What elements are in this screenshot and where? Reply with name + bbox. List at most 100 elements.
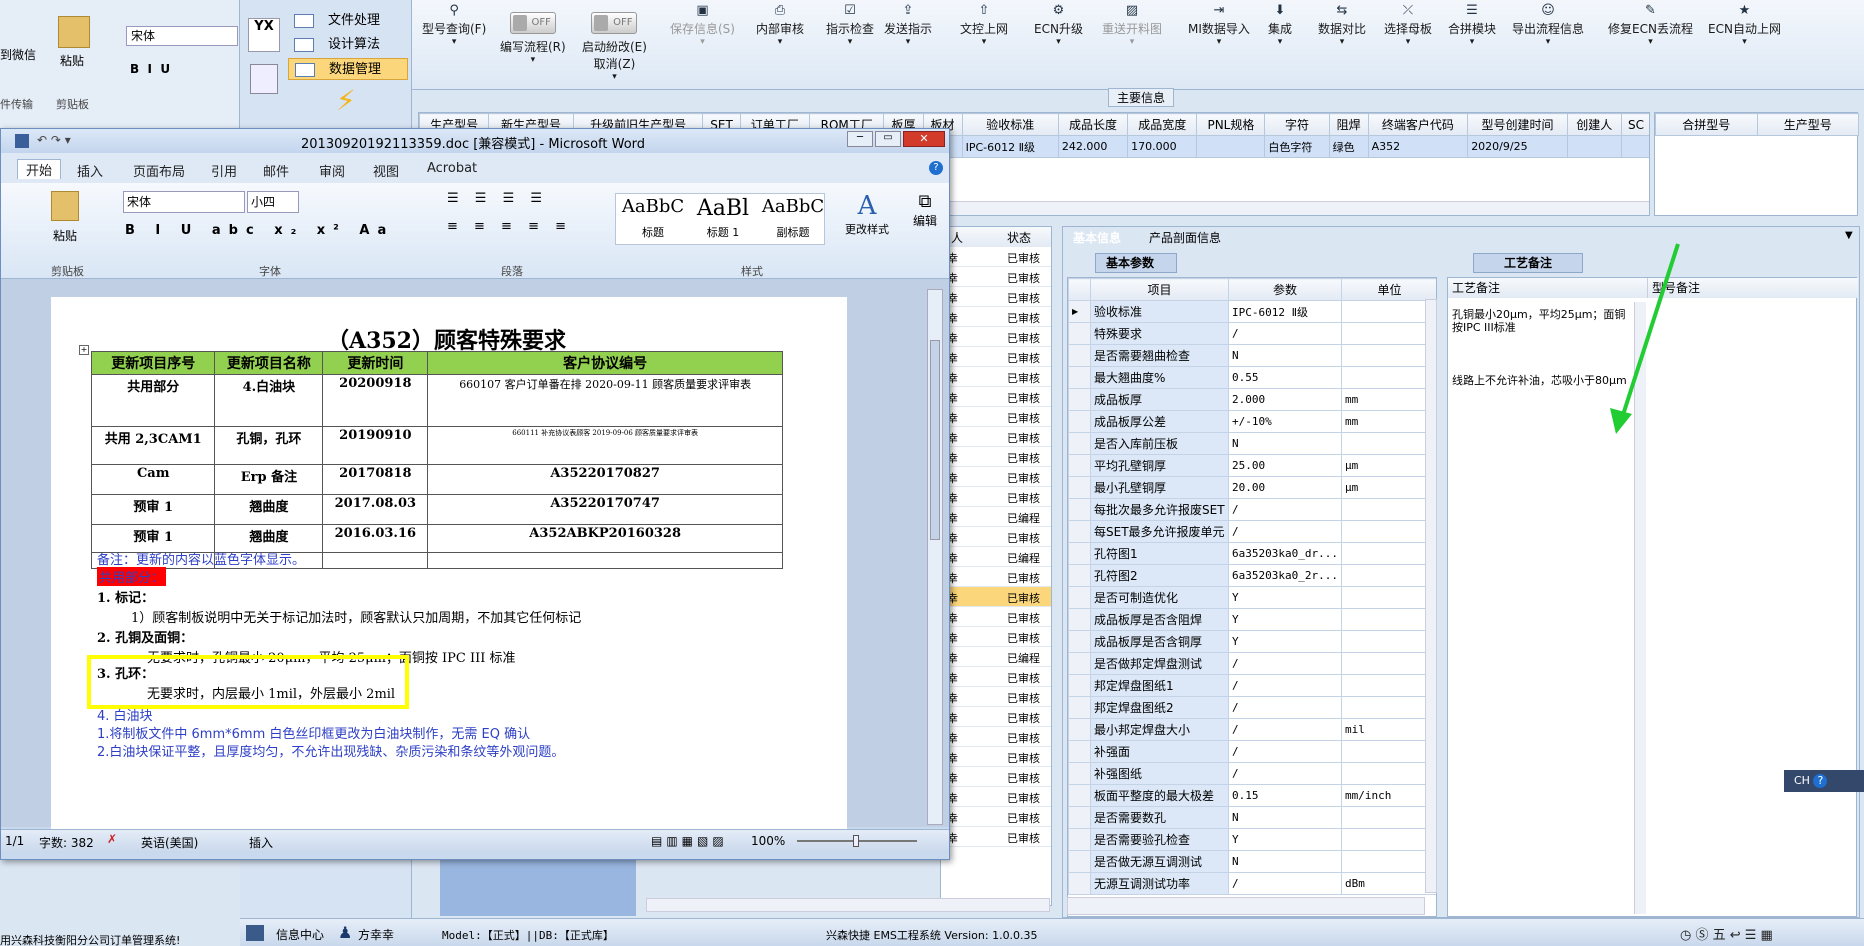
list-item[interactable]: 幸已审核 [941,467,1051,487]
grid-cell[interactable] [1566,135,1622,158]
param-vscroll[interactable] [1425,299,1437,893]
param-value[interactable]: / [1228,674,1342,697]
toggle-switch[interactable]: OFF [509,12,556,34]
table-row[interactable]: 成品板厚是否含铜厚 Y [1068,630,1436,653]
param-col-header[interactable] [1068,278,1091,301]
insert-mode[interactable]: 插入 [249,834,273,851]
list-item[interactable]: 幸已审核 [941,687,1051,707]
table-row[interactable]: 是否做邦定焊盘测试 / [1068,652,1436,675]
list-item[interactable]: 幸已审核 [941,347,1051,367]
list-item[interactable]: 幸已编程 [941,547,1051,567]
list-item[interactable]: 幸已审核 [941,707,1051,727]
param-value[interactable]: +/-10% [1228,410,1342,433]
grid-cell[interactable]: 242.000 [1057,135,1129,158]
list-item[interactable]: 幸已审核 [941,667,1051,687]
param-value[interactable]: 0.55 [1228,366,1342,389]
param-value[interactable]: Y [1228,586,1342,609]
dropdown-arrow[interactable]: ▾ [500,55,566,65]
col-header[interactable]: 状态 [1007,229,1031,246]
dropdown-arrow[interactable]: ▾ [1268,37,1292,47]
grid-cell[interactable]: A352 [1367,135,1469,158]
help-icon[interactable]: ? [1813,774,1828,788]
page-count[interactable]: 1/1 [5,834,24,848]
table-row[interactable]: 是否入库前压板 N [1068,432,1436,455]
align-buttons[interactable]: ≡ ≡ ≡ ≡ ≡ [447,219,572,234]
param-hscroll[interactable] [1067,897,1425,915]
dropdown-arrow[interactable]: ▾ [422,37,486,47]
nav-file-process[interactable]: 文件处理 [288,10,408,32]
dropdown-arrow[interactable]: ▾ [1608,37,1693,47]
list-item[interactable]: 幸已审核 [941,527,1051,547]
list-item[interactable]: 幸已审核 [941,247,1051,267]
font-format-buttons[interactable]: B I U abc x₂ x² Aa [125,223,394,238]
dropdown-arrow[interactable]: ▾ [826,37,874,47]
language[interactable]: 英语(美国) [141,834,198,851]
list-item[interactable]: 幸已审核 [941,627,1051,647]
minimize-button[interactable]: ─ [847,131,873,147]
ribbon-button-4[interactable]: ⎙ 内部审核 ▾ [756,4,804,48]
ribbon-button-14[interactable]: ☰ 合拼模块 ▾ [1448,4,1496,48]
tab-5[interactable]: 审阅 [319,161,345,180]
change-styles-button[interactable]: A 更改样式 [841,191,893,237]
param-value[interactable]: 6a35203ka0_dr... [1228,542,1342,565]
param-value[interactable]: Y [1228,608,1342,631]
font-name-select[interactable]: 宋体 [123,191,245,213]
nav-data-manage[interactable]: 数据管理 [288,58,408,80]
style-item[interactable]: AaBbC 标题 [620,196,686,240]
param-value[interactable]: IPC-6012 Ⅱ级 [1228,300,1342,323]
edit-button[interactable]: ⧉ 编辑 [905,191,945,229]
list-item[interactable]: 幸已审核 [941,767,1051,787]
table-row[interactable]: 是否可制造优化 Y [1068,586,1436,609]
grid-cell[interactable]: 2020/9/25 [1467,135,1568,158]
grid-cell[interactable]: 170.000 [1127,135,1198,158]
table-row[interactable]: 平均孔壁铜厚 25.00 μm [1068,454,1436,477]
undo-icon[interactable]: ↶ ↷ ▾ [37,133,71,147]
table-row[interactable]: 每SET最多允许报废单元 / [1068,520,1436,543]
zoom-thumb[interactable] [853,835,859,847]
param-col-header[interactable]: 参数 [1228,278,1342,301]
tab-3[interactable]: 引用 [211,161,237,180]
list-item[interactable]: 幸已审核 [941,587,1051,607]
param-value[interactable]: / [1228,322,1342,345]
paragraph-buttons[interactable]: ☰ ☰ ☰ ☰ [447,191,548,206]
save-icon[interactable] [15,134,29,148]
ribbon-button-7[interactable]: ⇧ 文控上网 ▾ [960,4,1008,48]
list-item[interactable]: 幸已编程 [941,507,1051,527]
table-row[interactable]: 孔符图2 6a35203ka0_2r... [1068,564,1436,587]
maximize-button[interactable]: ▭ [875,131,901,147]
table-row[interactable]: 补强面 / [1068,740,1436,763]
subtab-basic-params[interactable]: 基本参数 [1095,253,1177,273]
word-count[interactable]: 字数: 382 [39,834,94,851]
grid-col-header[interactable]: 创建人 [1566,113,1622,136]
param-value[interactable]: / [1228,740,1342,763]
view-buttons[interactable]: ▤▥▦▧▨ [651,834,728,848]
list-item[interactable]: 幸已审核 [941,387,1051,407]
param-value[interactable]: 2.000 [1228,388,1342,411]
table-row[interactable]: 成品板厚公差 +/-10% mm [1068,410,1436,433]
param-value[interactable]: N [1228,850,1342,873]
list-item[interactable]: 幸已审核 [941,407,1051,427]
info-center[interactable]: 信息中心 [276,926,324,943]
table-row[interactable]: 无源互调测试功率 / dBm [1068,872,1436,895]
dropdown-arrow[interactable]: ▾ [1034,37,1083,47]
paste-button-back[interactable] [58,16,90,48]
list-item[interactable]: 幸已编程 [941,647,1051,667]
grid-col-header[interactable]: SC [1620,113,1649,136]
list-item[interactable]: 幸已审核 [941,267,1051,287]
zoom-level[interactable]: 100% [751,834,785,848]
list-item[interactable]: 幸已审核 [941,807,1051,827]
dropdown-arrow[interactable]: ▾ [884,37,932,47]
table-row[interactable]: 是否需要翘曲检查 N [1068,344,1436,367]
grid-col-header[interactable]: 型号创建时间 [1467,113,1568,136]
param-col-header[interactable]: 单位 [1340,278,1436,301]
ribbon-button-13[interactable]: ⤫ 选择母板 ▾ [1384,4,1432,48]
param-value[interactable]: / [1228,652,1342,675]
grid-col-header[interactable]: 字符 [1264,113,1330,136]
table-row[interactable]: 成品板厚是否含阻焊 Y [1068,608,1436,631]
font-box-back[interactable]: 宋体 [126,26,238,46]
table-row[interactable]: 邦定焊盘图纸2/ [1068,696,1436,719]
table-row[interactable]: 最小邦定焊盘大小 / mil [1068,718,1436,741]
list-item[interactable]: 幸已审核 [941,727,1051,747]
table-row[interactable]: 是否需要数孔 N [1068,806,1436,829]
list-item[interactable]: 幸已审核 [941,607,1051,627]
